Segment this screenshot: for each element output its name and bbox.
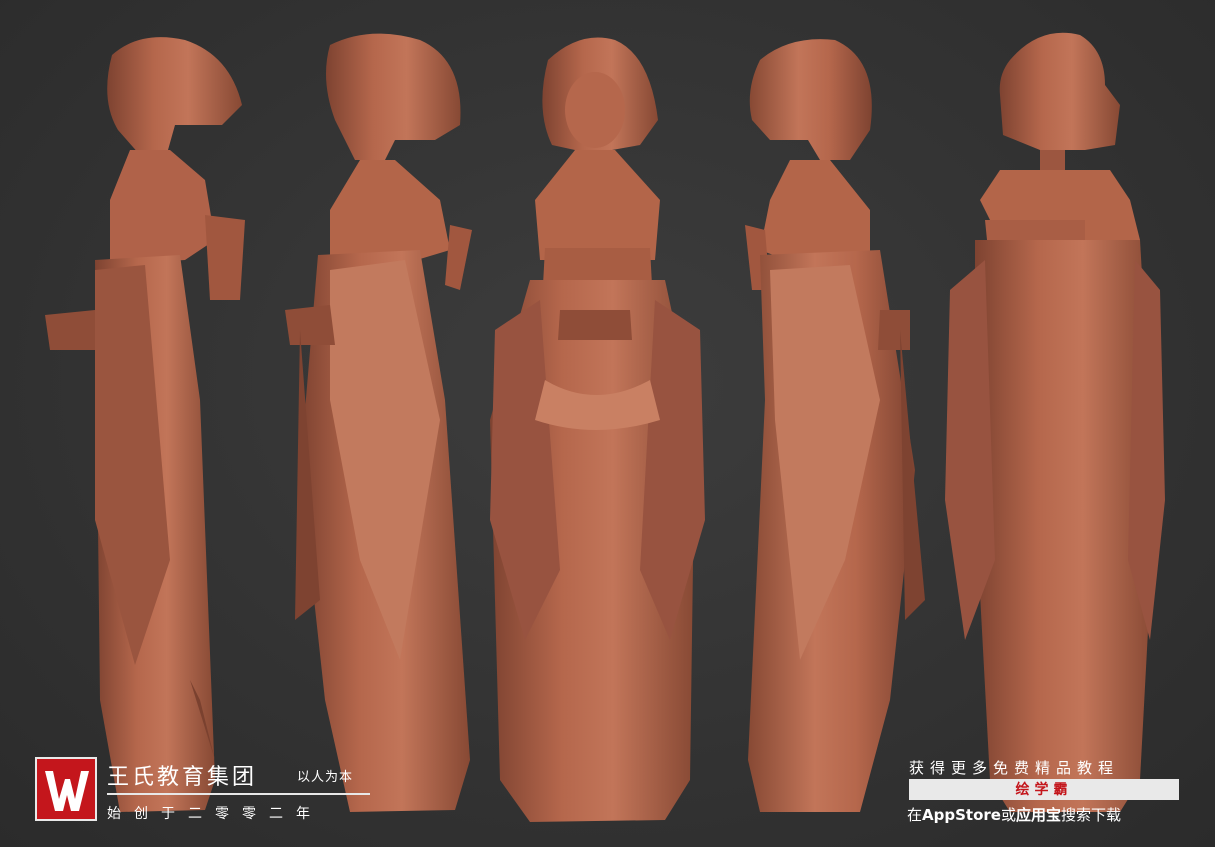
sculpt-render-stage xyxy=(0,0,1215,847)
promo-headline: 获得更多免费精品教程 xyxy=(909,759,1120,777)
figure-front xyxy=(490,37,705,822)
brand-divider xyxy=(107,793,370,795)
promo-app-name: 绘学霸 xyxy=(1015,782,1073,798)
promo-or: 或 xyxy=(1000,806,1016,824)
brand-slogan: 以人为本 xyxy=(297,770,354,785)
brand-name: 王氏教育集团 xyxy=(107,765,258,790)
figure-side-left xyxy=(45,37,245,812)
promo-app-bar: 绘学霸 xyxy=(909,779,1179,800)
brand-logo xyxy=(35,757,97,821)
promo-suffix: 搜索下载 xyxy=(1060,806,1121,824)
promo-block: 获得更多免费精品教程 绘学霸 在AppStore或应用宝搜索下载 xyxy=(905,757,1183,827)
figure-three-quarter-left xyxy=(285,33,472,812)
promo-store-yingyongbao: 应用宝 xyxy=(1015,806,1061,824)
figure-three-quarter-right xyxy=(745,39,925,812)
brand-block: 王氏教育集团 以人为本 始创于二零零二年 xyxy=(35,757,380,827)
figure-back xyxy=(945,32,1165,812)
promo-download-line: 在AppStore或应用宝搜索下载 xyxy=(907,804,1121,825)
promo-prefix: 在 xyxy=(907,806,923,824)
figure-lineup xyxy=(45,32,1165,822)
w-logo-icon xyxy=(45,771,89,811)
promo-store-appstore: AppStore xyxy=(922,806,1001,824)
brand-since: 始创于二零零二年 xyxy=(107,806,323,822)
